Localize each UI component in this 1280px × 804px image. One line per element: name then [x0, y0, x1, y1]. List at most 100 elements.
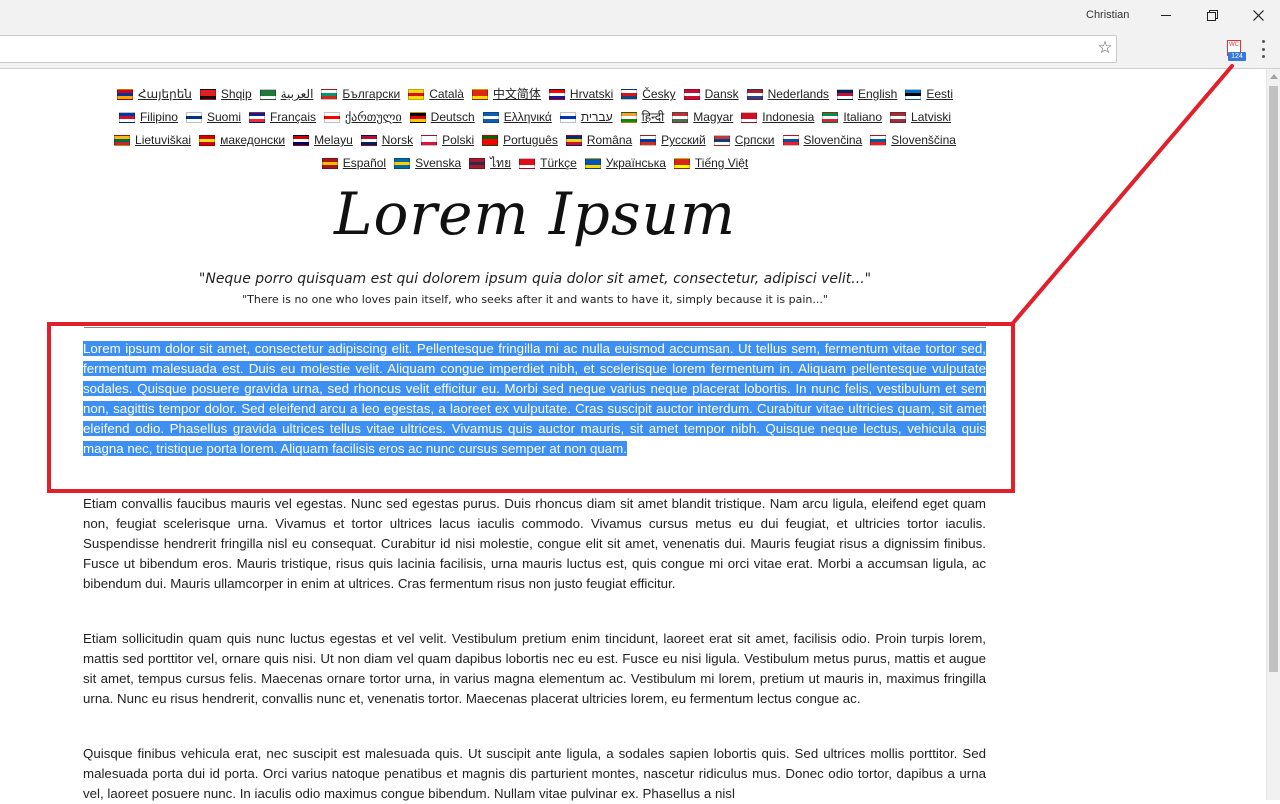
- maximize-button[interactable]: [1192, 4, 1232, 26]
- language-link[interactable]: Español: [321, 153, 386, 174]
- flag-icon: [324, 112, 340, 123]
- close-button[interactable]: [1238, 4, 1278, 26]
- language-link[interactable]: Русский: [640, 130, 706, 151]
- language-link[interactable]: Slovenščina: [870, 130, 956, 151]
- language-link[interactable]: Lietuviškai: [114, 130, 191, 151]
- address-bar[interactable]: [0, 35, 1117, 63]
- language-label: Suomi: [206, 110, 241, 124]
- language-link[interactable]: Português: [482, 130, 558, 151]
- language-link[interactable]: 中文简体: [471, 84, 541, 105]
- language-label: Italiano: [843, 110, 883, 124]
- language-link[interactable]: Català: [408, 84, 464, 105]
- language-link[interactable]: Deutsch: [409, 107, 475, 128]
- language-label: עברית: [580, 110, 613, 124]
- site-logo[interactable]: Lorem Ipsum: [300, 180, 770, 248]
- language-link[interactable]: Filipino: [118, 107, 178, 128]
- language-label: Shqip: [220, 87, 252, 101]
- language-label: ไทย: [490, 156, 512, 170]
- flag-icon: [248, 112, 265, 123]
- language-link[interactable]: Українська: [584, 153, 666, 174]
- language-link[interactable]: македонски: [199, 130, 285, 151]
- profile-name[interactable]: Christian: [1086, 9, 1129, 21]
- flag-icon: [409, 112, 426, 123]
- language-link[interactable]: العربية: [259, 84, 314, 105]
- flag-icon: [890, 112, 907, 123]
- paragraph-text: Lorem ipsum dolor sit amet, consectetur …: [83, 341, 986, 456]
- language-link[interactable]: Eesti: [905, 84, 953, 105]
- flag-icon: [199, 89, 216, 100]
- language-link[interactable]: Nederlands: [746, 84, 829, 105]
- minimize-icon: [1161, 14, 1171, 16]
- language-row: Lietuviškai македонски Melayu Norsk Polski Po…: [70, 130, 1000, 153]
- language-link[interactable]: Hrvatski: [548, 84, 613, 105]
- language-link[interactable]: Latviski: [890, 107, 951, 128]
- extension-button[interactable]: WC 124: [1226, 40, 1246, 62]
- flag-icon: [293, 135, 310, 146]
- language-label: Français: [269, 110, 316, 124]
- menu-icon[interactable]: [1257, 40, 1269, 58]
- flag-icon: [559, 112, 576, 123]
- paragraph: Etiam convallis faucibus mauris vel eges…: [83, 496, 986, 591]
- language-link[interactable]: Suomi: [185, 107, 241, 128]
- language-label: Indonesia: [762, 110, 815, 124]
- scroll-up-arrow-icon[interactable]: [1270, 74, 1278, 79]
- language-link[interactable]: עברית: [559, 107, 613, 128]
- language-link[interactable]: Slovenčina: [782, 130, 862, 151]
- flag-icon: [713, 135, 730, 146]
- language-label: हिन्दी: [641, 110, 665, 124]
- flag-icon: [584, 158, 601, 169]
- language-label: 中文简体: [492, 87, 541, 101]
- flag-icon: [837, 89, 853, 100]
- language-link[interactable]: Svenska: [394, 153, 461, 174]
- language-row: Հայերեն Shqip العربية Български Català 中文简体 Hr…: [70, 84, 1000, 107]
- flag-icon: [408, 89, 425, 100]
- language-link[interactable]: Български: [321, 84, 400, 105]
- language-link[interactable]: Српски: [713, 130, 775, 151]
- language-link[interactable]: Româna: [565, 130, 632, 151]
- extension-badge: 124: [1228, 52, 1246, 61]
- language-label: Deutsch: [430, 110, 475, 124]
- language-link[interactable]: Dansk: [683, 84, 739, 105]
- browser-toolbar: Christian ☆ WC 124: [0, 0, 1280, 69]
- scroll-thumb[interactable]: [1269, 86, 1278, 672]
- language-link[interactable]: Indonesia: [741, 107, 814, 128]
- language-link[interactable]: Shqip: [199, 84, 252, 105]
- language-link[interactable]: Magyar: [672, 107, 733, 128]
- language-label: Tiếng Việt: [694, 156, 749, 170]
- language-row: Filipino Suomi Français ქართული Deutsch Ελλην…: [70, 107, 1000, 130]
- language-link[interactable]: Ελληνικά: [482, 107, 552, 128]
- language-link[interactable]: Türkçe: [519, 153, 577, 174]
- flag-icon: [870, 135, 887, 146]
- flag-icon: [321, 89, 338, 100]
- language-label: Türkçe: [540, 156, 577, 170]
- language-link[interactable]: Česky: [621, 84, 676, 105]
- language-link[interactable]: Հայերեն: [116, 84, 192, 105]
- flag-icon: [683, 89, 700, 100]
- language-label: Polski: [442, 133, 475, 147]
- language-label: العربية: [280, 87, 314, 101]
- latin-quote: "Neque porro quisquam est qui dolorem ip…: [198, 271, 872, 287]
- language-link[interactable]: Italiano: [822, 107, 882, 128]
- flag-icon: [421, 135, 438, 146]
- language-link[interactable]: English: [837, 84, 897, 105]
- english-quote: "There is no one who loves pain itself, …: [242, 293, 828, 306]
- language-link[interactable]: Français: [248, 107, 316, 128]
- language-link[interactable]: ქართული: [324, 107, 402, 128]
- selected-paragraph[interactable]: Lorem ipsum dolor sit amet, consectetur …: [83, 339, 986, 459]
- language-label: Svenska: [415, 156, 462, 170]
- language-link[interactable]: Melayu: [293, 130, 353, 151]
- flag-icon: [185, 112, 202, 123]
- language-link[interactable]: ไทย: [469, 153, 511, 174]
- language-link[interactable]: Tiếng Việt: [673, 153, 749, 174]
- bookmark-star-icon[interactable]: ☆: [1096, 38, 1114, 58]
- language-label: Lietuviškai: [135, 133, 192, 147]
- language-link[interactable]: Norsk: [360, 130, 413, 151]
- language-link[interactable]: हिन्दी: [620, 107, 665, 128]
- flag-icon: [548, 89, 565, 100]
- minimize-button[interactable]: [1146, 4, 1186, 26]
- vertical-scrollbar[interactable]: [1266, 69, 1280, 800]
- language-link[interactable]: Polski: [421, 130, 474, 151]
- flag-icon: [321, 158, 338, 169]
- language-label: Česky: [642, 87, 676, 101]
- paragraph: Quisque finibus vehicula erat, nec susci…: [83, 746, 986, 801]
